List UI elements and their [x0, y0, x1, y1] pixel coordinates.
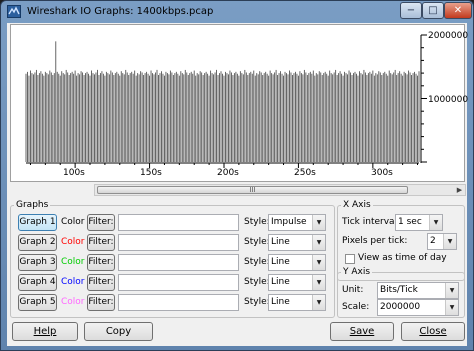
title-bar[interactable]: Wireshark IO Graphs: 1400kbps.pcap − □ ✕ [1, 1, 473, 23]
color-label: Color [61, 277, 85, 287]
graph-horizontal-scrollbar[interactable]: III ▶ [94, 184, 466, 196]
chevron-down-icon: ▼ [429, 215, 442, 230]
y-tick-label: 2000000 [428, 31, 469, 41]
window-title: Wireshark IO Graphs: 1400kbps.pcap [27, 6, 214, 17]
x-axis-group-title: X Axis [341, 200, 373, 210]
style-value: Line [271, 257, 290, 267]
scale-select[interactable]: 2000000 ▼ [377, 299, 459, 316]
io-graphs-window: Wireshark IO Graphs: 1400kbps.pcap − □ ✕… [0, 0, 474, 351]
unit-label: Unit: [342, 285, 364, 295]
style-label: Style: [244, 257, 270, 267]
style-select[interactable]: Line ▼ [268, 234, 326, 251]
scale-value: 2000000 [380, 302, 421, 312]
chevron-down-icon: ▼ [443, 234, 456, 249]
x-tick-label: 300s [371, 168, 393, 178]
close-button-label: Close [419, 326, 447, 337]
x-tick-label: 150s [140, 168, 162, 178]
tick-interval-value: 1 sec [398, 217, 422, 227]
graphs-group-title: Graphs [14, 200, 51, 210]
filter-input[interactable] [118, 214, 239, 231]
color-label: Color [61, 257, 85, 267]
scroll-right-arrow[interactable]: ▶ [454, 185, 465, 195]
unit-value: Bits/Tick [380, 285, 418, 295]
unit-select[interactable]: Bits/Tick ▼ [377, 282, 459, 299]
chevron-down-icon: ▼ [312, 215, 325, 230]
scrollbar-thumb[interactable]: III [97, 186, 408, 194]
style-label: Style: [244, 277, 270, 287]
copy-button[interactable]: Copy [84, 322, 153, 341]
tick-interval-select[interactable]: 1 sec ▼ [395, 214, 443, 231]
color-label: Color [61, 217, 85, 227]
wireshark-app-icon [7, 5, 21, 18]
filter-button[interactable]: Filter: [87, 274, 115, 291]
color-label: Color [61, 237, 85, 247]
close-button[interactable]: Close [401, 322, 465, 341]
io-graph-svg [25, 34, 427, 168]
chevron-down-icon: ▼ [445, 283, 458, 298]
pixels-per-tick-select[interactable]: 2 ▼ [427, 233, 457, 250]
graph-toggle-button[interactable]: Graph 3 [18, 254, 57, 271]
style-value: Line [271, 277, 290, 287]
view-time-of-day-label: View as time of day [358, 253, 447, 263]
copy-button-label: Copy [105, 326, 132, 337]
filter-button[interactable]: Filter: [87, 294, 115, 311]
filter-button[interactable]: Filter: [87, 234, 115, 251]
style-select[interactable]: Line ▼ [268, 274, 326, 291]
io-graph-plot[interactable]: 100s 150s 200s 250s 300s 2000000 1000000 [10, 24, 469, 182]
filter-input[interactable] [118, 234, 239, 251]
x-tick-label: 100s [63, 168, 85, 178]
chevron-down-icon: ▼ [445, 300, 458, 315]
style-value: Impulse [271, 217, 307, 227]
style-label: Style: [244, 237, 270, 247]
filter-input[interactable] [118, 294, 239, 311]
graph-toggle-button[interactable]: Graph 2 [18, 234, 57, 251]
style-select[interactable]: Line ▼ [268, 294, 326, 311]
chevron-down-icon: ▼ [312, 275, 325, 290]
color-label: Color [61, 297, 85, 307]
graph-toggle-button[interactable]: Graph 4 [18, 274, 57, 291]
help-button[interactable]: Help [12, 322, 78, 341]
x-tick-label: 250s [294, 168, 316, 178]
style-value: Line [271, 237, 290, 247]
chevron-down-icon: ▼ [312, 295, 325, 310]
pixels-per-tick-value: 2 [430, 236, 436, 246]
scale-label: Scale: [342, 302, 370, 312]
save-button[interactable]: Save [330, 322, 394, 341]
pixels-per-tick-label: Pixels per tick: [342, 236, 408, 246]
style-value: Line [271, 297, 290, 307]
style-select[interactable]: Line ▼ [268, 254, 326, 271]
x-tick-label: 200s [217, 168, 239, 178]
chevron-down-icon: ▼ [312, 255, 325, 270]
minimize-button[interactable]: − [400, 2, 422, 19]
chevron-down-icon: ▼ [312, 235, 325, 250]
view-time-of-day-checkbox[interactable] [345, 254, 355, 264]
filter-input[interactable] [118, 274, 239, 291]
style-label: Style: [244, 217, 270, 227]
y-axis-group-title: Y Axis [341, 267, 373, 277]
style-select[interactable]: Impulse ▼ [268, 214, 326, 231]
save-button-label: Save [349, 326, 375, 337]
filter-input[interactable] [118, 254, 239, 271]
tick-interval-label: Tick interval: [342, 217, 401, 227]
filter-button[interactable]: Filter: [87, 254, 115, 271]
style-label: Style: [244, 297, 270, 307]
y-tick-label: 1000000 [428, 95, 469, 105]
graph-toggle-button[interactable]: Graph 1 [18, 214, 57, 231]
graph-toggle-button[interactable]: Graph 5 [18, 294, 57, 311]
help-button-label: Help [33, 326, 57, 337]
maximize-button[interactable]: □ [422, 2, 444, 19]
filter-button[interactable]: Filter: [87, 214, 115, 231]
close-window-button[interactable]: ✕ [444, 2, 472, 19]
